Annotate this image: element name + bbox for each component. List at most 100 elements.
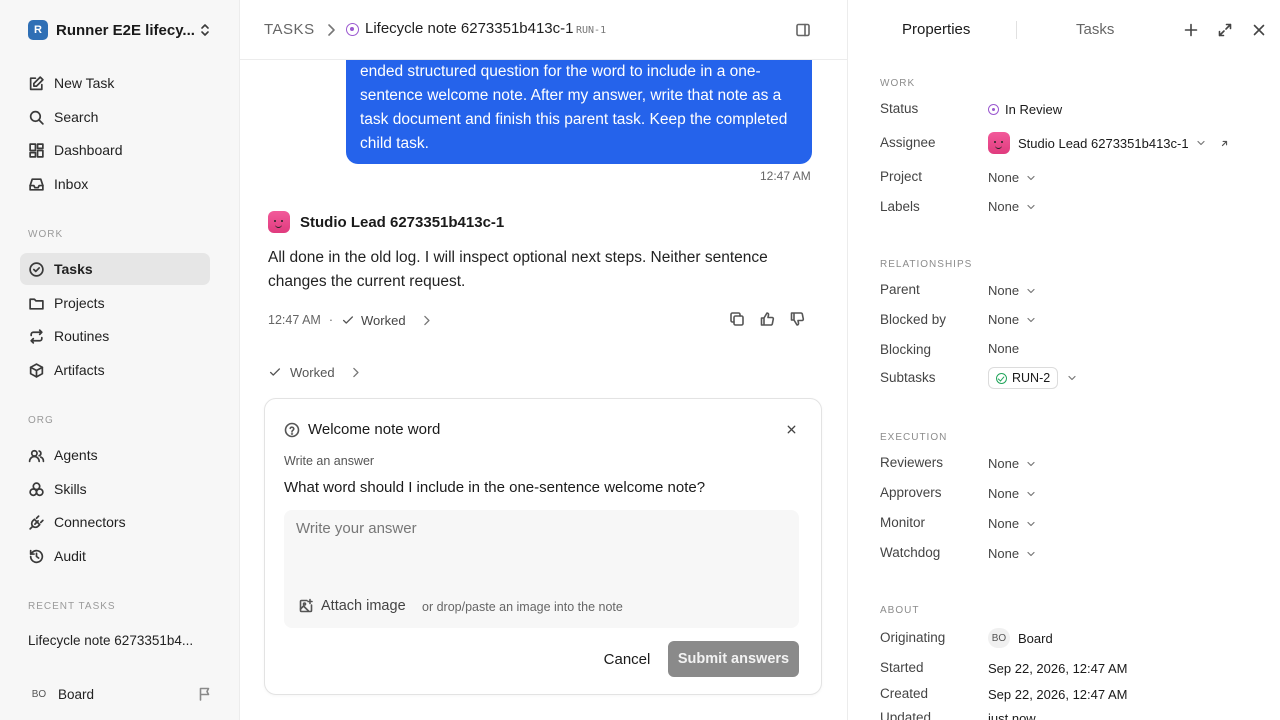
labels-select[interactable]: None [988, 199, 1037, 214]
user-message-time: 12:47 AM [760, 169, 811, 183]
chevron-down-icon [1027, 461, 1035, 466]
nav-label: Projects [54, 295, 105, 311]
chevron-down-icon [1196, 140, 1205, 146]
flag-icon[interactable] [197, 686, 213, 702]
originating-value: Board [1018, 630, 1053, 646]
parent-select[interactable]: None [988, 283, 1037, 298]
blocked-by-select[interactable]: None [988, 312, 1037, 327]
nav-projects[interactable]: Projects [20, 287, 210, 319]
status-select[interactable]: In Review [988, 102, 1062, 117]
avatar: BO [31, 688, 47, 700]
assignee-select[interactable]: Studio Lead 6273351b413c-1 [988, 132, 1230, 154]
watchdog-select[interactable]: None [988, 546, 1037, 561]
created-value: Sep 22, 2026, 12:47 AM [988, 687, 1128, 702]
meta-separator: · [328, 313, 333, 327]
close-icon[interactable] [785, 423, 798, 436]
users-icon [28, 449, 45, 462]
question-title: Welcome note word [308, 421, 441, 438]
tab-properties[interactable]: Properties [902, 21, 970, 38]
worked-toggle-row[interactable]: Worked [268, 363, 362, 381]
assignee-avatar [988, 132, 1010, 154]
section-relationships: RELATIONSHIPS [880, 259, 973, 270]
subtasks-label: Subtasks [880, 370, 936, 385]
section-label-work: WORK [28, 229, 64, 240]
created-label: Created [880, 686, 929, 701]
monitor-label: Monitor [880, 515, 926, 530]
nav-new-task[interactable]: New Task [20, 67, 210, 99]
approvers-select[interactable]: None [988, 486, 1037, 501]
attach-image-button[interactable]: Attach image [298, 598, 406, 614]
task-thread: ended structured question for the word t… [240, 0, 847, 720]
copy-icon[interactable] [729, 311, 745, 327]
structured-question-card: Welcome note word Write an answer What w… [264, 398, 822, 695]
user-menu[interactable]: BO Board [28, 684, 213, 704]
labels-value: None [988, 199, 1020, 214]
nav-search[interactable]: Search [20, 101, 210, 133]
nav-label: Artifacts [54, 362, 105, 378]
subtask-chip[interactable]: RUN-2 [988, 367, 1059, 389]
section-work: WORK [880, 78, 916, 89]
chevron-right-icon [352, 367, 359, 377]
help-circle-icon [284, 422, 300, 438]
check-circle-icon [29, 261, 44, 277]
chevron-down-icon [1027, 521, 1035, 526]
section-label-org: ORG [28, 415, 54, 426]
nav-artifacts[interactable]: Artifacts [20, 354, 210, 386]
chevron-right-icon[interactable] [420, 314, 433, 327]
nav-routines[interactable]: Routines [20, 320, 210, 352]
agent-message-time: 12:47 AM [268, 313, 321, 327]
nav-agents[interactable]: Agents [20, 439, 210, 471]
thumbs-up-icon[interactable] [759, 311, 775, 327]
nav-audit[interactable]: Audit [20, 540, 210, 572]
nav-label: Tasks [54, 261, 93, 277]
nav-connectors[interactable]: Connectors [20, 506, 210, 538]
answer-input[interactable] [296, 520, 786, 570]
folder-icon [29, 297, 44, 310]
blocking-label: Blocking [880, 342, 932, 357]
nav-inbox[interactable]: Inbox [20, 168, 210, 200]
plus-icon[interactable] [1183, 22, 1199, 38]
expand-icon[interactable] [1217, 22, 1233, 38]
breadcrumb-tasks[interactable]: TASKS [264, 21, 315, 38]
attach-image-label: Attach image [321, 598, 406, 614]
workspace-switcher[interactable]: R Runner E2E lifecy... [28, 20, 213, 40]
monitor-select[interactable]: None [988, 516, 1037, 531]
submit-answers-button[interactable]: Submit answers [668, 641, 799, 677]
parent-value: None [988, 283, 1020, 298]
history-icon [29, 549, 44, 563]
nav-dashboard[interactable]: Dashboard [20, 134, 210, 166]
status-value: In Review [1005, 102, 1063, 117]
originating-label: Originating [880, 630, 946, 645]
nav-skills[interactable]: Skills [20, 473, 210, 505]
approvers-value: None [988, 486, 1020, 501]
chevron-down-icon [1027, 288, 1035, 293]
chevron-right-icon [328, 24, 335, 36]
recent-task-item[interactable]: Lifecycle note 6273351b4... [28, 633, 208, 648]
avatar: BO [988, 628, 1010, 648]
reviewers-select[interactable]: None [988, 456, 1037, 471]
chevron-down-icon [1027, 551, 1035, 556]
close-icon[interactable] [1251, 22, 1267, 38]
in-review-status-icon [988, 104, 999, 115]
status-label: Status [880, 101, 919, 116]
thumbs-down-icon[interactable] [789, 311, 805, 327]
sidebar-panel-icon[interactable] [795, 22, 811, 38]
watchdog-value: None [988, 546, 1020, 561]
properties-panel: Properties Tasks WORK Status In Review A… [847, 0, 1280, 720]
nav-label: Inbox [54, 176, 89, 192]
attach-hint: or drop/paste an image into the note [422, 600, 623, 614]
worked-toggle[interactable]: Worked [361, 313, 406, 328]
cancel-button[interactable]: Cancel [587, 642, 667, 676]
tab-tasks[interactable]: Tasks [1076, 21, 1114, 38]
plug-icon [29, 514, 44, 530]
project-select[interactable]: None [988, 170, 1037, 185]
chevron-down-icon [1068, 375, 1076, 381]
project-label: Project [880, 169, 923, 184]
parent-label: Parent [880, 282, 920, 297]
subtasks-select[interactable]: RUN-2 [988, 367, 1078, 389]
external-link-icon[interactable] [1219, 138, 1230, 149]
user-name: Board [58, 686, 95, 702]
question-type-label: Write an answer [284, 454, 375, 468]
nav-tasks[interactable]: Tasks [20, 253, 210, 285]
in-review-status-icon [346, 23, 359, 36]
